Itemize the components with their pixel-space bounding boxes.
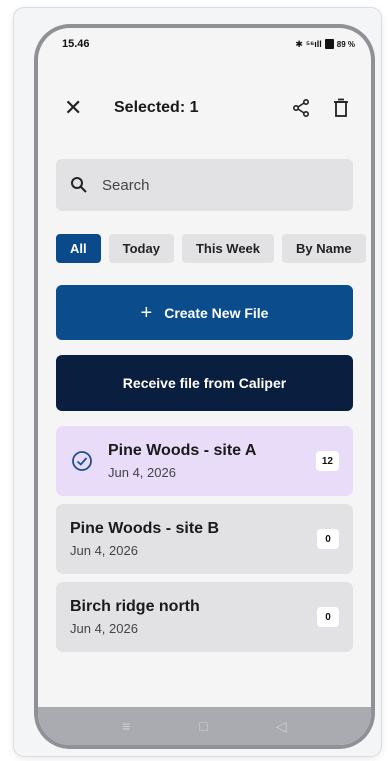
create-new-file-label: Create New File: [164, 304, 269, 321]
list-item[interactable]: Birch ridge north Jun 4, 2026 0: [56, 582, 353, 652]
count-badge: 0: [317, 607, 339, 627]
home-icon[interactable]: □: [199, 718, 207, 734]
check-circle-icon: [70, 449, 94, 473]
filter-chip-this-week[interactable]: This Week: [181, 234, 275, 263]
list-item[interactable]: Pine Woods - site B Jun 4, 2026 0: [56, 504, 353, 574]
status-indicators: ✱ ⁵⁶ıll 89 %: [295, 39, 355, 50]
plus-icon: +: [140, 301, 153, 324]
system-nav-bar: ≡ □ ◁: [38, 707, 371, 745]
screen: 15.46 ✱ ⁵⁶ıll 89 % ✕ Selected: 1 Search …: [38, 28, 371, 745]
file-text: Birch ridge north Jun 4, 2026: [70, 598, 317, 636]
bluetooth-icon: ✱: [295, 38, 303, 49]
search-box[interactable]: [56, 159, 353, 211]
signal-icon: ⁵⁶ıll: [305, 39, 322, 49]
app-bar: ✕ Selected: 1: [38, 88, 371, 128]
status-bar: 15.46 ✱ ⁵⁶ıll 89 %: [38, 28, 371, 60]
list-item[interactable]: Pine Woods - site A Jun 4, 2026 12: [56, 426, 353, 496]
phone-frame: 15.46 ✱ ⁵⁶ıll 89 % ✕ Selected: 1 Search …: [34, 24, 375, 749]
search-icon: [70, 176, 88, 194]
trash-icon[interactable]: [329, 96, 353, 120]
file-date: Jun 4, 2026: [70, 621, 138, 636]
share-icon[interactable]: [289, 96, 313, 120]
filter-chip-all[interactable]: All: [56, 234, 101, 263]
file-name: Pine Woods - site B: [70, 520, 220, 537]
count-badge: 12: [315, 451, 339, 471]
recent-apps-icon[interactable]: ≡: [122, 718, 130, 734]
filter-chip-today[interactable]: Today: [108, 234, 174, 263]
file-name: Pine Woods - site A: [108, 442, 257, 459]
search-input[interactable]: [102, 176, 339, 194]
filter-chip-by-name[interactable]: By Name: [282, 234, 366, 263]
battery-icon: [324, 39, 334, 49]
file-date: Jun 4, 2026: [70, 543, 138, 558]
create-new-file-button[interactable]: + Create New File: [56, 285, 353, 340]
file-date: Jun 4, 2026: [108, 465, 176, 480]
status-time: 15.46: [62, 38, 90, 50]
filter-chips: All Today This Week By Name: [56, 234, 371, 264]
receive-from-caliper-label: Receive file from Caliper: [122, 375, 287, 391]
back-icon[interactable]: ◁: [276, 718, 287, 735]
close-icon[interactable]: ✕: [64, 97, 90, 119]
file-text: Pine Woods - site A Jun 4, 2026: [108, 442, 316, 480]
page-title: Selected: 1: [114, 99, 199, 116]
file-name: Birch ridge north: [70, 598, 200, 615]
file-text: Pine Woods - site B Jun 4, 2026: [70, 520, 317, 558]
battery-level: 89 %: [336, 39, 355, 49]
receive-from-caliper-button[interactable]: Receive file from Caliper: [56, 355, 353, 411]
file-list: Pine Woods - site A Jun 4, 2026 12 Pine …: [56, 426, 353, 660]
count-badge: 0: [317, 529, 339, 549]
